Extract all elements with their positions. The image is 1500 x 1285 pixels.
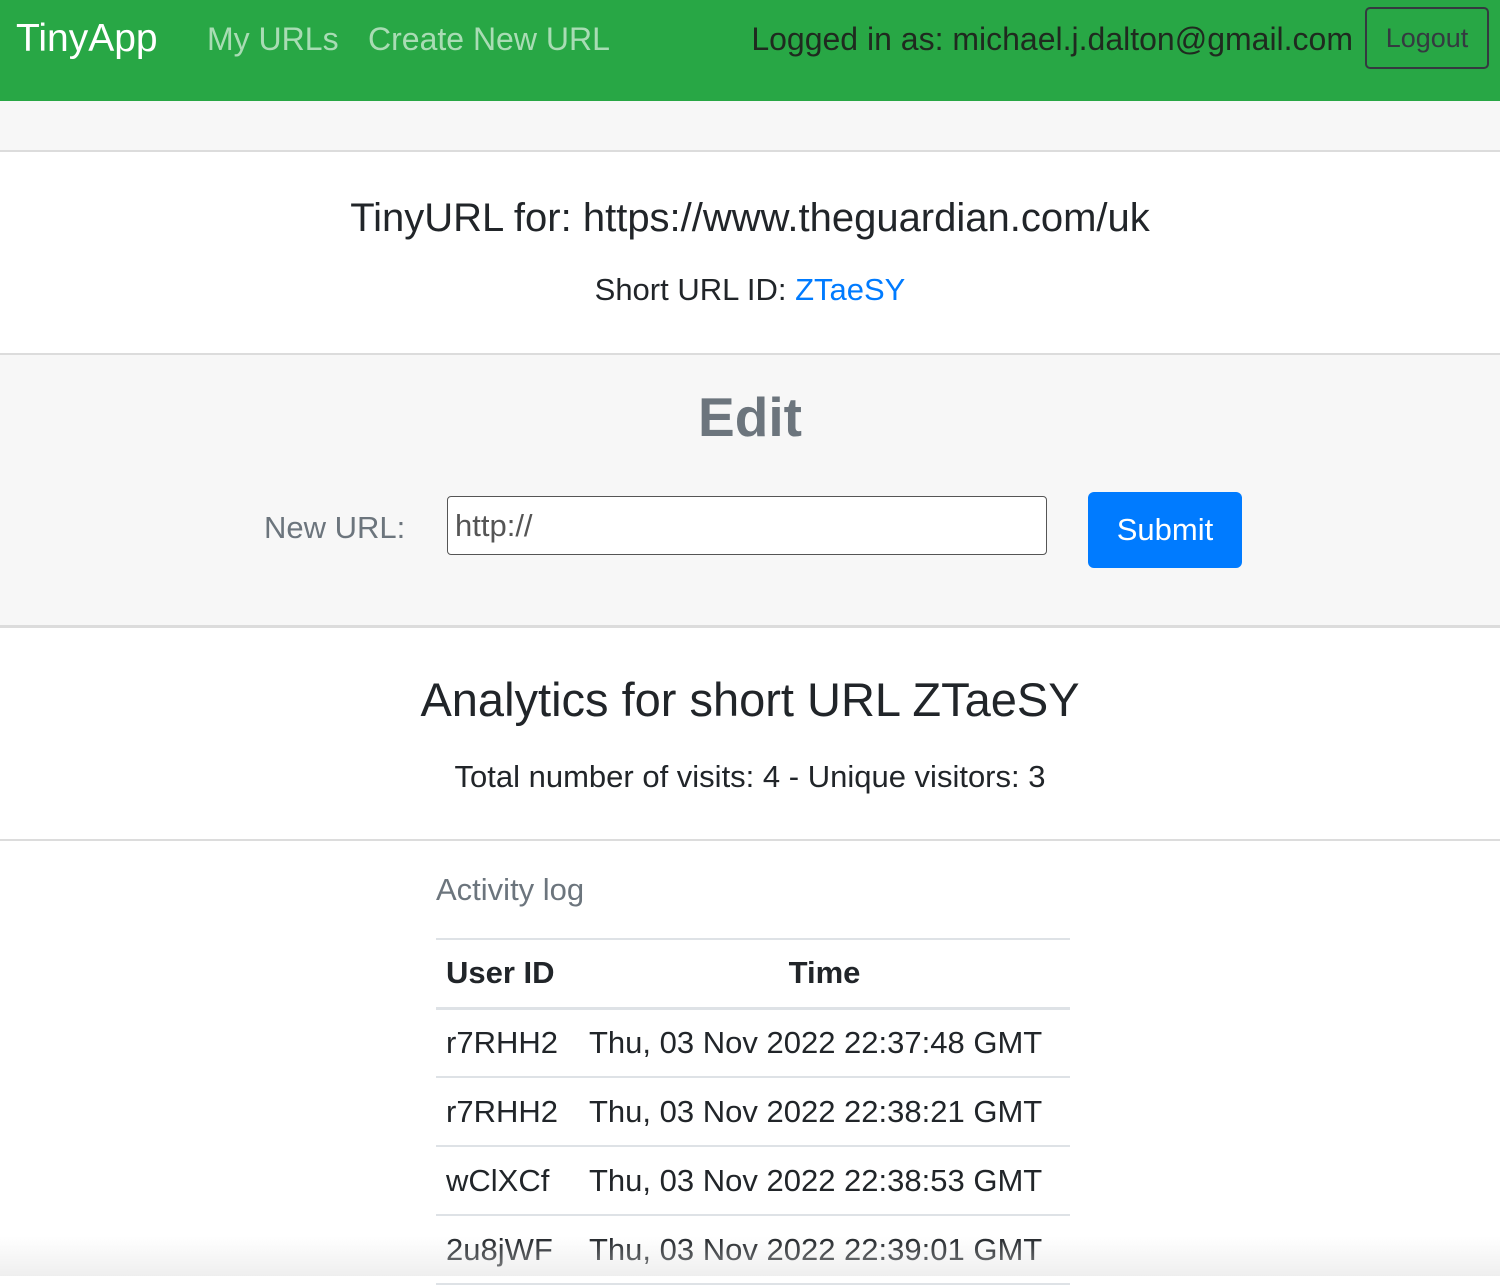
analytics-section: Analytics for short URL ZTaeSY Total num…	[0, 628, 1500, 841]
activity-log-table: User ID Time r7RHH2 Thu, 03 Nov 2022 22:…	[436, 938, 1070, 1285]
short-url-id-link[interactable]: ZTaeSY	[795, 272, 905, 307]
short-url-id-label: Short URL ID:	[594, 272, 796, 307]
table-row: r7RHH2 Thu, 03 Nov 2022 22:38:21 GMT	[436, 1077, 1070, 1147]
tinyurl-title: TinyURL for: https://www.theguardian.com…	[350, 196, 1150, 240]
table-header-row: User ID Time	[436, 938, 1070, 1010]
nav-link-create-new-url[interactable]: Create New URL	[368, 18, 610, 60]
visits-summary: Total number of visits: 4 - Unique visit…	[454, 759, 1046, 794]
cell-user-id: 2u8jWF	[436, 1215, 579, 1285]
table-row: 2u8jWF Thu, 03 Nov 2022 22:39:01 GMT	[436, 1215, 1070, 1285]
url-info-section: TinyURL for: https://www.theguardian.com…	[0, 153, 1500, 353]
edit-section: Edit New URL: Submit	[0, 353, 1500, 628]
activity-log-label: Activity log	[436, 872, 585, 907]
cell-time: Thu, 03 Nov 2022 22:37:48 GMT	[579, 1008, 1070, 1078]
cell-time: Thu, 03 Nov 2022 22:39:01 GMT	[579, 1215, 1070, 1285]
new-url-input[interactable]	[447, 496, 1047, 555]
analytics-title: Analytics for short URL ZTaeSY	[420, 673, 1080, 726]
submit-button[interactable]: Submit	[1088, 492, 1242, 568]
nav-link-my-urls[interactable]: My URLs	[207, 18, 339, 60]
navbar: TinyApp My URLs Create New URL Logged in…	[0, 0, 1500, 101]
table-row: wClXCf Thu, 03 Nov 2022 22:38:53 GMT	[436, 1146, 1070, 1216]
column-header-user-id: User ID	[436, 938, 579, 1010]
brand-logo[interactable]: TinyApp	[16, 14, 158, 64]
edit-heading: Edit	[698, 386, 802, 448]
short-url-id-line: Short URL ID: ZTaeSY	[0, 270, 1500, 310]
column-header-time: Time	[579, 938, 1070, 1010]
cell-time: Thu, 03 Nov 2022 22:38:21 GMT	[579, 1077, 1070, 1147]
cell-user-id: r7RHH2	[436, 1077, 579, 1147]
cell-user-id: wClXCf	[436, 1146, 579, 1216]
header-spacer-band	[0, 101, 1500, 152]
logged-in-user-text: Logged in as: michael.j.dalton@gmail.com	[751, 21, 1353, 57]
cell-time: Thu, 03 Nov 2022 22:38:53 GMT	[579, 1146, 1070, 1216]
table-row: r7RHH2 Thu, 03 Nov 2022 22:37:48 GMT	[436, 1008, 1070, 1078]
new-url-label: New URL:	[264, 510, 406, 545]
cell-user-id: r7RHH2	[436, 1008, 579, 1078]
logout-button[interactable]: Logout	[1365, 7, 1489, 69]
